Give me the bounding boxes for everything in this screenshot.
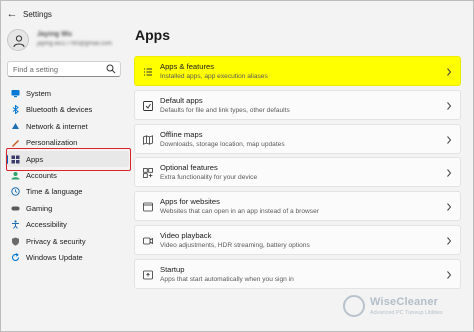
sidebar-item-network-internet[interactable]: Network & internet <box>5 118 129 134</box>
globe-clock-icon <box>11 187 20 197</box>
video-icon <box>143 237 153 245</box>
update-icon <box>12 252 20 261</box>
card-default-apps[interactable]: Default apps Defaults for file and link t… <box>134 89 461 120</box>
app-website-icon <box>143 202 153 212</box>
sidebar-item-apps[interactable]: Apps <box>5 150 129 167</box>
settings-window: ← Settings Jaying Wu jaying.wu17790@gmai… <box>0 0 474 332</box>
sidebar-item-privacy-security[interactable]: Privacy & security <box>5 233 129 249</box>
sidebar-item-label: Accessibility <box>26 220 67 230</box>
sidebar-item-time-language[interactable]: Time & language <box>5 183 129 199</box>
search-icon <box>106 64 116 74</box>
card-title: Video playback <box>160 230 212 240</box>
card-apps-for-websites[interactable]: Apps for websites Websites that can open … <box>134 191 461 222</box>
settings-cards: Apps & features Installed apps, app execu… <box>134 56 461 293</box>
card-video-playback[interactable]: Video playback Video adjustments, HDR str… <box>134 224 461 255</box>
sidebar-item-label: Personalization <box>26 138 78 148</box>
wisecleaner-logo-icon <box>343 295 365 317</box>
profile-name: Jaying Wu <box>37 31 72 38</box>
card-title: Offline maps <box>160 129 203 139</box>
chevron-right-icon <box>447 270 452 279</box>
card-offline-maps[interactable]: Offline maps Downloads, storage location,… <box>134 123 461 154</box>
search-placeholder: Find a setting <box>13 65 59 74</box>
avatar <box>7 29 29 51</box>
back-arrow-icon[interactable]: ← <box>5 7 19 21</box>
search-input[interactable]: Find a setting <box>7 61 121 77</box>
card-startup[interactable]: Startup Apps that start automatically whe… <box>134 258 461 289</box>
sidebar-item-label: Network & internet <box>26 121 88 131</box>
sidebar-item-system[interactable]: System <box>5 85 129 101</box>
chevron-right-icon <box>447 101 452 110</box>
card-title: Apps for websites <box>160 197 220 207</box>
chevron-right-icon <box>447 203 452 212</box>
brush-icon <box>12 140 19 148</box>
card-title: Apps & features <box>160 62 215 71</box>
map-icon <box>143 134 153 145</box>
apps-icon <box>11 155 20 164</box>
sidebar-item-windows-update[interactable]: Windows Update <box>5 249 129 265</box>
accounts-icon <box>11 171 20 180</box>
gamepad-icon <box>11 206 20 211</box>
optional-features-icon <box>143 168 153 179</box>
card-subtitle: Downloads, storage location, map updates <box>160 140 285 148</box>
sidebar-item-accessibility[interactable]: Accessibility <box>5 216 129 232</box>
sidebar-item-label: Time & language <box>26 187 83 197</box>
chevron-right-icon <box>447 169 452 178</box>
page-title: Apps <box>135 27 170 43</box>
card-title: Optional features <box>160 163 218 173</box>
sidebar-item-label: Privacy & security <box>26 236 86 246</box>
monitor-icon <box>11 90 20 98</box>
sidebar-item-label: Accounts <box>26 170 57 180</box>
title-bar: ← Settings <box>1 1 473 29</box>
card-subtitle: Installed apps, app execution aliases <box>160 73 268 80</box>
shield-icon <box>12 237 19 246</box>
card-subtitle: Websites that can open in an app instead… <box>160 208 319 216</box>
chevron-right-icon <box>447 135 452 144</box>
sidebar-item-personalization[interactable]: Personalization <box>5 134 129 150</box>
bluetooth-icon <box>12 105 19 115</box>
card-subtitle: Video adjustments, HDR streaming, batter… <box>160 241 310 249</box>
network-icon <box>12 122 19 129</box>
sidebar-item-label: Bluetooth & devices <box>26 105 93 115</box>
startup-icon <box>143 270 153 280</box>
sidebar-item-accounts[interactable]: Accounts <box>5 167 129 183</box>
watermark-tagline: Advanced PC Tuneup Utilities <box>370 310 443 316</box>
sidebar-item-label: Apps <box>26 154 44 164</box>
card-title: Startup <box>160 264 185 274</box>
sidebar-item-label: Windows Update <box>26 252 83 262</box>
user-profile[interactable]: Jaying Wu jaying.wu17790@gmail.com <box>7 29 131 53</box>
chevron-right-icon <box>447 237 452 245</box>
card-subtitle: Extra functionality for your device <box>160 174 258 182</box>
card-apps-features[interactable]: Apps & features Installed apps, app execu… <box>134 56 461 86</box>
accessibility-icon <box>12 220 19 229</box>
chevron-right-icon <box>447 68 452 76</box>
profile-email: jaying.wu17790@gmail.com <box>37 41 113 47</box>
default-apps-icon <box>143 100 153 111</box>
card-subtitle: Defaults for file and link types, other … <box>160 106 290 114</box>
card-title: Default apps <box>160 95 203 105</box>
sidebar-nav: System Bluetooth & devices Network & inter… <box>5 85 129 265</box>
watermark-brand: WiseCleaner <box>370 296 439 308</box>
card-optional-features[interactable]: Optional features Extra functionality for… <box>134 157 461 188</box>
sidebar-item-label: System <box>26 89 52 98</box>
sidebar-item-label: Gaming <box>26 203 53 213</box>
sidebar-item-gaming[interactable]: Gaming <box>5 200 129 216</box>
list-icon <box>144 68 152 76</box>
window-title: Settings <box>23 10 52 19</box>
sidebar-item-bluetooth-devices[interactable]: Bluetooth & devices <box>5 101 129 117</box>
card-subtitle: Apps that start automatically when you s… <box>160 275 294 283</box>
user-icon <box>13 35 25 48</box>
watermark: WiseCleaner Advanced PC Tuneup Utilities <box>343 291 471 327</box>
